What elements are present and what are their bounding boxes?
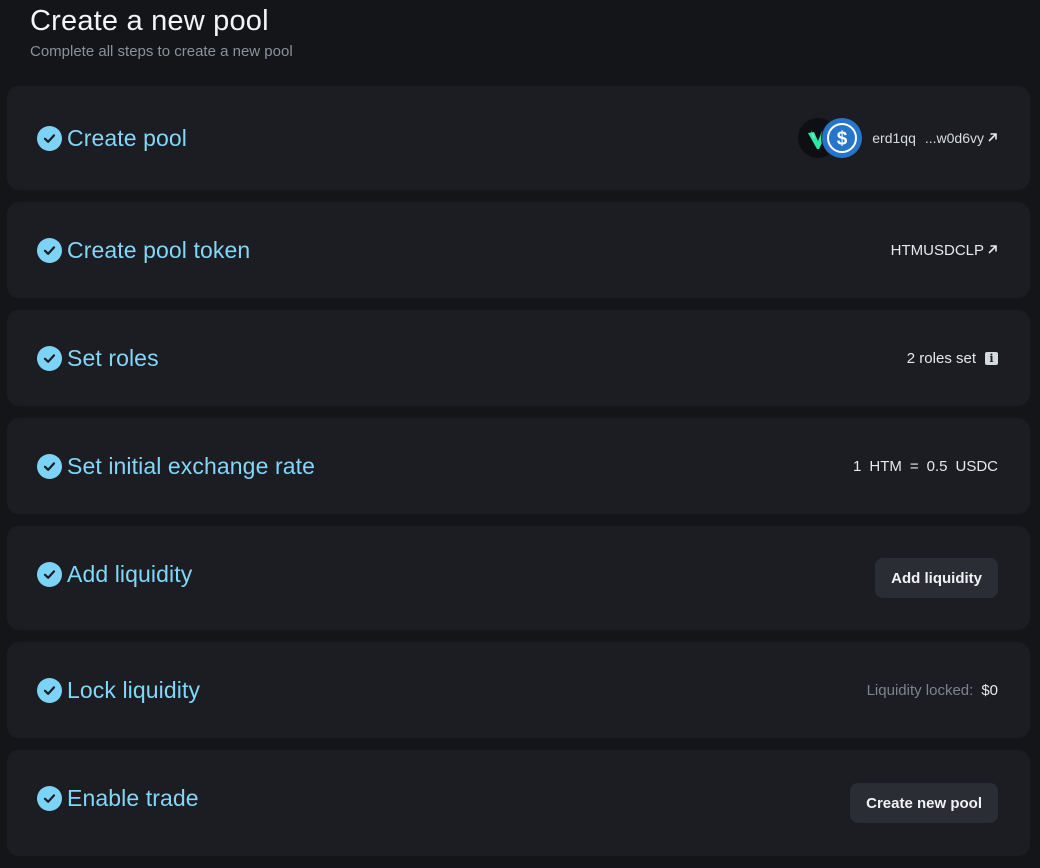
step-title: Create pool: [67, 124, 188, 151]
add-liquidity-button[interactable]: Add liquidity: [875, 558, 998, 598]
base-token: HTM: [869, 457, 902, 475]
step-create-pool-token: Create pool token HTMUSDCLP: [7, 202, 1030, 298]
step-header: Add liquidity: [37, 526, 192, 622]
address-end: ...w0d6vy: [924, 130, 984, 146]
checkmark-icon: [37, 237, 62, 263]
info-icon[interactable]: i: [985, 351, 998, 365]
step-set-exchange-rate: Set initial exchange rate 1 HTM = 0.5 US…: [7, 418, 1030, 514]
external-link-icon: [987, 242, 998, 259]
quote-token: USDC: [955, 457, 998, 475]
pool-address-link[interactable]: $ erd1qq ...w0d6vy: [798, 86, 998, 190]
address-start: erd1qq: [872, 130, 916, 146]
roles-count: 2 roles set: [906, 349, 976, 367]
step-action: Add liquidity: [875, 526, 998, 630]
liquidity-locked-label: Liquidity locked:: [866, 681, 974, 699]
step-title: Set initial exchange rate: [67, 452, 315, 479]
external-link-icon: [987, 130, 998, 147]
step-header: Set initial exchange rate: [37, 418, 315, 514]
checkmark-icon: [37, 677, 62, 703]
step-title: Create pool token: [67, 236, 251, 263]
quote-amount: 0.5: [926, 457, 948, 475]
step-title: Add liquidity: [67, 560, 193, 587]
checkmark-icon: [37, 561, 62, 587]
checkmark-icon: [37, 785, 62, 811]
token-pair: $: [798, 118, 864, 158]
step-header: Set roles: [37, 310, 159, 406]
checkmark-icon: [37, 345, 62, 371]
create-new-pool-button[interactable]: Create new pool: [850, 783, 998, 823]
equals-sign: =: [909, 457, 919, 475]
step-action: Create new pool: [850, 750, 998, 856]
checkmark-icon: [37, 453, 62, 479]
page-title: Create a new pool: [30, 5, 269, 37]
page-subtitle: Complete all steps to create a new pool: [30, 43, 293, 60]
liquidity-locked-info: Liquidity locked: $0: [867, 642, 998, 738]
step-enable-trade: Enable trade Create new pool: [7, 750, 1030, 856]
step-header: Enable trade: [37, 750, 199, 846]
svg-text:$: $: [837, 129, 848, 150]
usdc-token-icon: $: [822, 118, 863, 158]
page-header: Create a new pool Complete all steps to …: [30, 4, 293, 60]
step-title: Lock liquidity: [67, 676, 201, 703]
step-create-pool: Create pool $ erd1qq ...w0d6vy: [7, 86, 1030, 190]
step-header: Lock liquidity: [37, 642, 200, 738]
base-amount: 1: [853, 457, 862, 475]
liquidity-locked-value: $0: [981, 681, 998, 699]
step-add-liquidity: Add liquidity Add liquidity: [7, 526, 1030, 630]
step-title: Enable trade: [67, 784, 199, 811]
step-header: Create pool: [37, 86, 187, 190]
pool-token-id: HTMUSDCLP: [890, 241, 984, 259]
step-lock-liquidity: Lock liquidity Liquidity locked: $0: [7, 642, 1030, 738]
step-set-roles: Set roles 2 roles set i: [7, 310, 1030, 406]
pool-token-link[interactable]: HTMUSDCLP: [891, 202, 998, 298]
exchange-rate-display: 1 HTM = 0.5 USDC: [853, 418, 998, 514]
roles-status: 2 roles set i: [907, 310, 998, 406]
checkmark-icon: [37, 125, 62, 151]
step-header: Create pool token: [37, 202, 250, 298]
step-title: Set roles: [67, 344, 159, 371]
